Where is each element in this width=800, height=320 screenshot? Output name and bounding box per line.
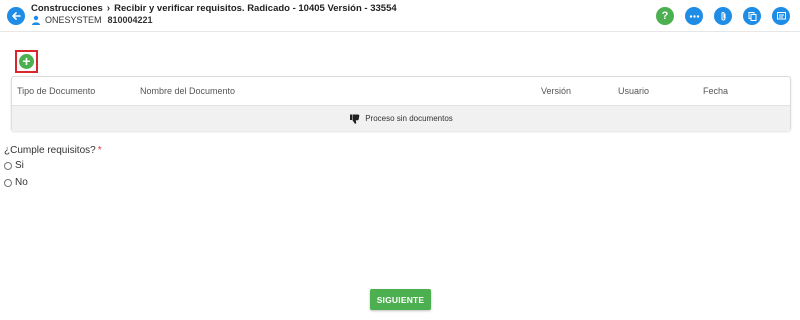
user-info: ONESYSTEM 810004221 — [31, 15, 153, 25]
column-header-document-name[interactable]: Nombre del Documento — [140, 86, 235, 96]
radio-button-no[interactable] — [4, 178, 12, 187]
help-button[interactable]: ? — [656, 7, 674, 25]
copy-icon — [748, 11, 756, 21]
add-document-highlight: + — [15, 50, 38, 73]
radio-label-no: No — [15, 177, 28, 188]
more-button[interactable] — [685, 7, 703, 25]
attachment-icon — [721, 11, 725, 20]
help-icon: ? — [661, 9, 669, 22]
column-header-date[interactable]: Fecha — [703, 86, 728, 96]
plus-icon: + — [22, 53, 31, 69]
attachment-button[interactable] — [714, 7, 732, 25]
page-title: Recibir y verificar requisitos. Radicado… — [114, 3, 397, 14]
user-name: ONESYSTEM — [45, 15, 102, 25]
table-header: Tipo de Documento Nombre del Documento V… — [12, 77, 790, 105]
copy-button[interactable] — [743, 7, 761, 25]
breadcrumb: Construcciones › Recibir y verificar req… — [31, 3, 397, 14]
radio-label-si: Si — [15, 160, 24, 171]
header-bar: Construcciones › Recibir y verificar req… — [0, 0, 800, 32]
more-icon — [689, 14, 699, 18]
add-document-button[interactable]: + — [19, 54, 34, 69]
radio-option-no[interactable]: No — [4, 177, 28, 188]
empty-table-row: Proceso sin documentos — [12, 105, 790, 131]
header-actions: ? — [656, 7, 790, 25]
column-header-user[interactable]: Usuario — [618, 86, 649, 96]
back-button[interactable] — [7, 7, 25, 25]
user-icon — [32, 15, 40, 25]
required-marker: * — [97, 145, 102, 156]
column-header-version[interactable]: Versión — [541, 86, 571, 96]
requirements-question: ¿Cumple requisitos? * — [4, 145, 102, 156]
next-button[interactable]: SIGUIENTE — [370, 289, 431, 310]
breadcrumb-root[interactable]: Construcciones — [31, 3, 103, 14]
comments-icon — [776, 11, 786, 19]
question-label: ¿Cumple requisitos? — [4, 145, 96, 156]
comments-button[interactable] — [772, 7, 790, 25]
column-header-document-type[interactable]: Tipo de Documento — [17, 86, 95, 96]
empty-message: Proceso sin documentos — [365, 114, 453, 123]
radio-button-si[interactable] — [4, 161, 12, 170]
arrow-left-icon — [12, 12, 21, 20]
thumbs-down-icon — [350, 114, 360, 124]
chevron-right-icon: › — [106, 3, 111, 14]
user-code: 810004221 — [107, 15, 153, 25]
documents-table: Tipo de Documento Nombre del Documento V… — [11, 76, 791, 131]
radio-option-si[interactable]: Si — [4, 160, 24, 171]
